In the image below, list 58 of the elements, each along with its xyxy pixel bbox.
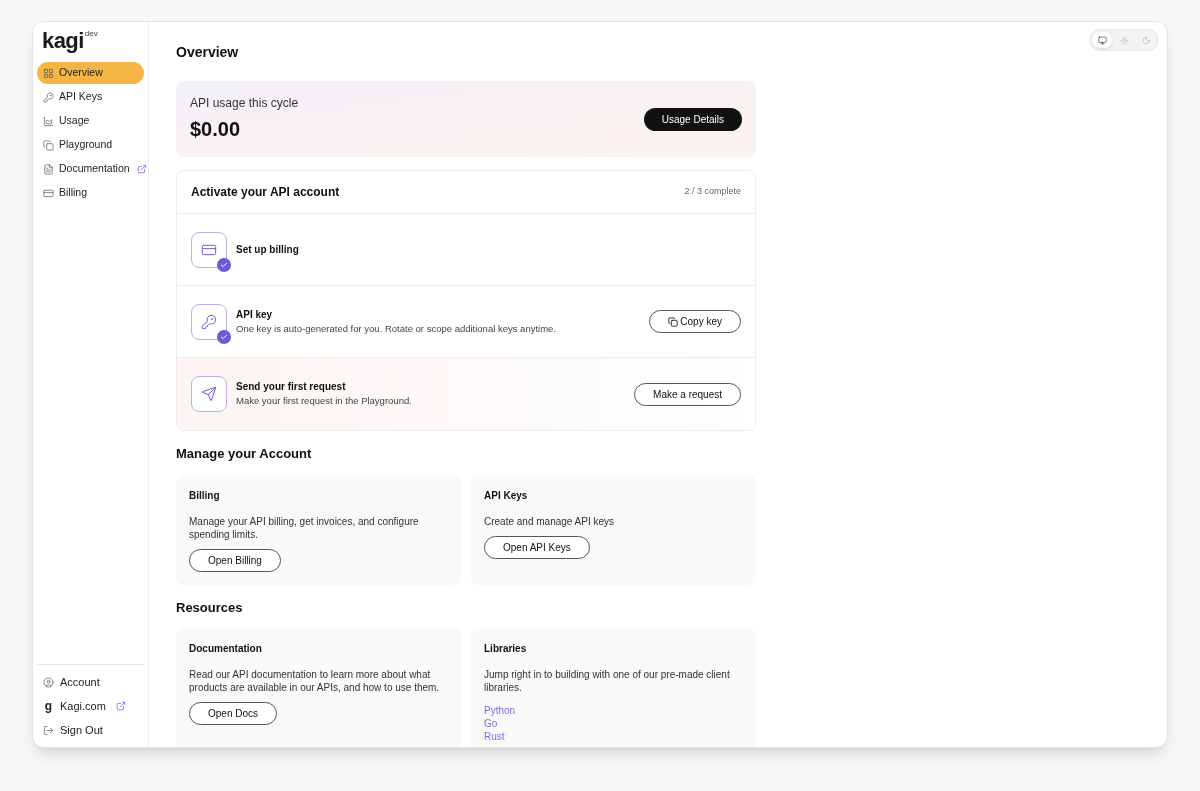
- card-title: API Keys: [484, 488, 528, 503]
- chart-icon: [43, 115, 54, 127]
- nav-item[interactable]: Documentation: [37, 158, 134, 180]
- theme-button[interactable]: [1092, 32, 1112, 48]
- nav-item[interactable]: Billing: [37, 182, 91, 204]
- nav-item[interactable]: Overview: [37, 62, 144, 84]
- step-description: Make your first request in the Playground.: [236, 394, 412, 409]
- logo-text: kagi: [42, 30, 84, 52]
- nav-item[interactable]: API Keys: [37, 86, 107, 108]
- progress-text: 2 / 3 complete: [684, 185, 741, 199]
- external-link-icon: [115, 701, 126, 711]
- step-title: API key: [236, 307, 274, 322]
- card-icon: [43, 187, 54, 199]
- step-description: One key is auto-generated for you. Rotate or scope additional keys anytime.: [236, 321, 556, 336]
- sign-out-icon: [43, 724, 54, 736]
- moon-icon: [1141, 35, 1151, 45]
- usage-amount: $0.00: [190, 117, 242, 142]
- card-title: Activate your API account: [191, 184, 340, 201]
- user-icon: [43, 676, 54, 688]
- nav-item[interactable]: Playground: [37, 134, 117, 156]
- send-icon: [201, 386, 217, 402]
- document-icon: [43, 163, 54, 175]
- card-text: Manage your API billing, get invoices, and configure spending limits.: [189, 514, 420, 541]
- card-button[interactable]: Open Billing: [189, 548, 281, 572]
- logo-superscript-text: dev: [84, 30, 98, 38]
- key-icon: [43, 91, 54, 103]
- section-title: Manage your Account: [176, 445, 313, 463]
- nav-item[interactable]: g Kagi.com: [37, 695, 112, 717]
- page-title: Overview: [176, 43, 240, 62]
- library-link[interactable]: Go: [484, 717, 516, 730]
- card-button[interactable]: Open Docs: [189, 702, 278, 725]
- monitor-icon: [1097, 35, 1107, 45]
- copy-icon: [668, 316, 679, 327]
- copy-icon: [43, 139, 54, 151]
- step-title: Set up billing: [236, 243, 299, 257]
- nav-item[interactable]: Usage: [37, 110, 94, 132]
- step-title: Send your first request: [236, 380, 347, 395]
- key-icon: [201, 313, 217, 330]
- library-link[interactable]: Python: [484, 704, 516, 717]
- card-title: Libraries: [484, 642, 527, 656]
- usage-label: API usage this cycle: [190, 95, 299, 112]
- section-title: Resources: [176, 598, 244, 617]
- external-link-icon: [136, 164, 147, 174]
- card-title: Billing: [189, 488, 220, 503]
- grid-icon: [43, 67, 54, 79]
- card-text: Read our API documentation to learn more about what products are available in our APIs, and how to use them.: [189, 668, 441, 694]
- library-link[interactable]: Rust: [484, 730, 516, 743]
- logo-glyph: g: [43, 700, 54, 712]
- nav-item[interactable]: Account: [37, 671, 106, 693]
- usage-details-button[interactable]: Usage Details: [643, 107, 742, 131]
- card-text: Jump right in to building with one of our pre-made client libraries.: [484, 668, 731, 694]
- card-title: Documentation: [189, 642, 262, 656]
- step-button[interactable]: Make a request: [634, 382, 741, 406]
- card-button[interactable]: Open API Keys: [484, 535, 590, 559]
- step-button[interactable]: Copy key: [649, 310, 741, 333]
- sun-icon: [1119, 35, 1129, 45]
- card-text: Create and manage API keys: [484, 514, 615, 528]
- nav-item[interactable]: Sign Out: [37, 719, 109, 741]
